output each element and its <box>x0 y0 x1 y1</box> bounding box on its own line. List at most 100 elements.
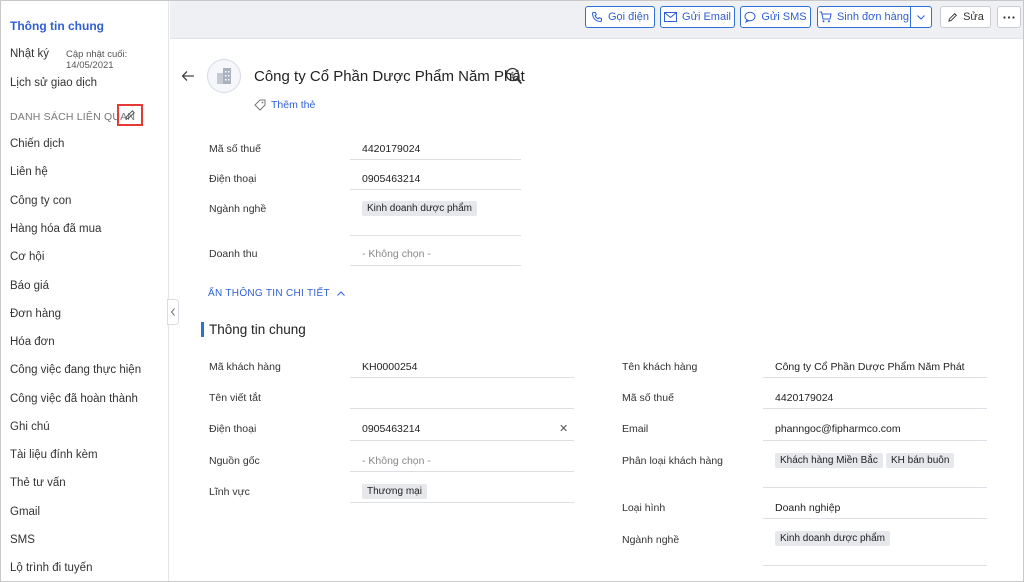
summary-tax-label: Mã số thuế <box>209 143 261 155</box>
divider <box>350 235 521 236</box>
source-label: Nguồn gốc <box>209 455 260 467</box>
arrow-left-icon <box>181 71 194 81</box>
create-order-dropdown-button[interactable] <box>910 6 932 28</box>
divider <box>350 159 521 160</box>
summary-tax-value: 4420179024 <box>362 143 421 155</box>
sidebar-item-gmail[interactable]: Gmail <box>10 506 40 518</box>
classification-chip: KH bán buôn <box>886 453 955 468</box>
phone-icon <box>591 12 602 23</box>
customer-name-label: Tên khách hàng <box>622 361 698 373</box>
sidebar-item-history[interactable]: Lịch sử giao dịch <box>10 77 97 89</box>
summary-industry-chip: Kinh doanh dược phẩm <box>362 201 477 216</box>
collapse-sidebar-handle[interactable] <box>167 299 179 325</box>
summary-industry-label: Ngành nghề <box>209 203 267 215</box>
send-email-label: Gửi Email <box>682 11 731 23</box>
field-chip: Thương mại <box>362 484 427 499</box>
tax-value: 4420179024 <box>775 392 834 404</box>
chevron-down-icon <box>917 14 925 20</box>
sidebar-item-route[interactable]: Lộ trình đi tuyến <box>10 562 92 574</box>
industry-label: Ngành nghề <box>622 534 680 546</box>
divider <box>763 518 987 519</box>
sidebar-item-campaign[interactable]: Chiến dịch <box>10 138 64 150</box>
sidebar-item-consult-cards[interactable]: Thẻ tư vấn <box>10 477 66 489</box>
type-value: Doanh nghiệp <box>775 502 841 514</box>
sidebar-item-opportunity[interactable]: Cơ hội <box>10 251 44 263</box>
industry-chip: Kinh doanh dược phẩm <box>775 531 890 546</box>
call-button[interactable]: Gọi điện <box>585 6 655 28</box>
call-button-label: Gọi điện <box>608 11 649 23</box>
edit-button[interactable]: Sửa <box>940 6 991 28</box>
add-tag-link[interactable]: Thêm thẻ <box>271 99 315 111</box>
source-value[interactable]: - Không chọn - <box>362 455 431 467</box>
divider <box>350 265 521 266</box>
sidebar-item-subsidiary[interactable]: Công ty con <box>10 195 71 207</box>
short-name-label: Tên viết tắt <box>209 392 261 404</box>
customer-name-value: Công ty Cổ Phần Dược Phẩm Năm Phát <box>775 361 965 373</box>
send-sms-button[interactable]: Gửi SMS <box>740 6 811 28</box>
summary-revenue-label: Doanh thu <box>209 248 258 260</box>
create-order-label: Sinh đơn hàng <box>836 11 910 23</box>
email-label: Email <box>622 423 649 435</box>
send-email-button[interactable]: Gửi Email <box>660 6 735 28</box>
sidebar-item-purchased-goods[interactable]: Hàng hóa đã mua <box>10 223 101 235</box>
customer-code-value: KH0000254 <box>362 361 418 373</box>
chevron-left-icon <box>170 308 175 316</box>
sidebar-item-tasks-in-progress[interactable]: Công việc đang thực hiện <box>10 364 141 376</box>
clear-phone-icon[interactable]: ✕ <box>559 422 568 435</box>
building-icon <box>217 68 231 84</box>
divider <box>763 377 987 378</box>
more-horizontal-icon <box>1003 15 1015 19</box>
pencil-icon <box>948 12 958 22</box>
summary-revenue-value[interactable]: - Không chọn - <box>362 248 431 260</box>
divider <box>350 189 521 190</box>
divider <box>350 502 574 503</box>
mail-icon <box>664 12 678 22</box>
classification-label: Phân loại khách hàng <box>622 455 723 467</box>
more-actions-button[interactable] <box>997 6 1021 28</box>
chat-icon <box>744 11 756 23</box>
type-label: Loại hình <box>622 502 666 514</box>
tag-icon <box>254 99 266 114</box>
sidebar-item-attachments[interactable]: Tài liệu đính kèm <box>10 449 98 461</box>
company-avatar <box>207 59 241 93</box>
back-button[interactable] <box>181 70 195 85</box>
classification-chip: Khách hàng Miền Bắc <box>775 453 883 468</box>
edit-related-list-button[interactable] <box>117 104 143 126</box>
phone-value[interactable]: 0905463214 <box>362 423 420 435</box>
divider <box>763 487 987 488</box>
summary-phone-label: Điện thoại <box>209 173 257 185</box>
divider <box>350 440 574 441</box>
sidebar-item-notes[interactable]: Ghi chú <box>10 421 50 433</box>
field-label: Lĩnh vực <box>209 486 250 498</box>
divider <box>350 377 574 378</box>
phone-label: Điện thoại <box>209 423 257 435</box>
hide-details-label: ẨN THÔNG TIN CHI TIẾT <box>208 288 330 299</box>
create-order-button[interactable]: Sinh đơn hàng <box>817 6 911 28</box>
customer-code-label: Mã khách hàng <box>209 361 281 373</box>
sidebar-item-invoice[interactable]: Hóa đơn <box>10 336 55 348</box>
sidebar-item-sms[interactable]: SMS <box>10 534 35 546</box>
edit-button-label: Sửa <box>963 11 984 23</box>
sidebar-item-log[interactable]: Nhật ký <box>10 48 49 60</box>
sidebar-item-quote[interactable]: Báo giá <box>10 280 49 292</box>
chevron-up-icon <box>337 291 345 296</box>
financial-lookup-button[interactable]: $ <box>505 67 523 88</box>
dollar-search-icon: $ <box>505 67 523 85</box>
email-value[interactable]: phanngoc@fipharmco.com <box>775 423 901 435</box>
divider <box>763 440 987 441</box>
summary-phone-value[interactable]: 0905463214 <box>362 173 420 185</box>
sidebar: Thông tin chung Nhật ký Cập nhật cuối: 1… <box>1 1 169 581</box>
pencil-icon <box>125 110 135 120</box>
sidebar-item-general-info[interactable]: Thông tin chung <box>10 19 104 33</box>
section-title: Thông tin chung <box>209 322 306 337</box>
sidebar-item-contact[interactable]: Liên hệ <box>10 166 48 178</box>
divider <box>763 408 987 409</box>
divider <box>350 408 574 409</box>
sidebar-item-tasks-done[interactable]: Công việc đã hoàn thành <box>10 393 138 405</box>
tax-label: Mã số thuế <box>622 392 674 404</box>
divider <box>763 565 987 566</box>
sidebar-item-order[interactable]: Đơn hàng <box>10 308 61 320</box>
cart-icon <box>819 11 832 23</box>
hide-details-toggle[interactable]: ẨN THÔNG TIN CHI TIẾT <box>208 288 345 299</box>
last-updated-text: Cập nhật cuối: 14/05/2021 <box>66 49 128 71</box>
